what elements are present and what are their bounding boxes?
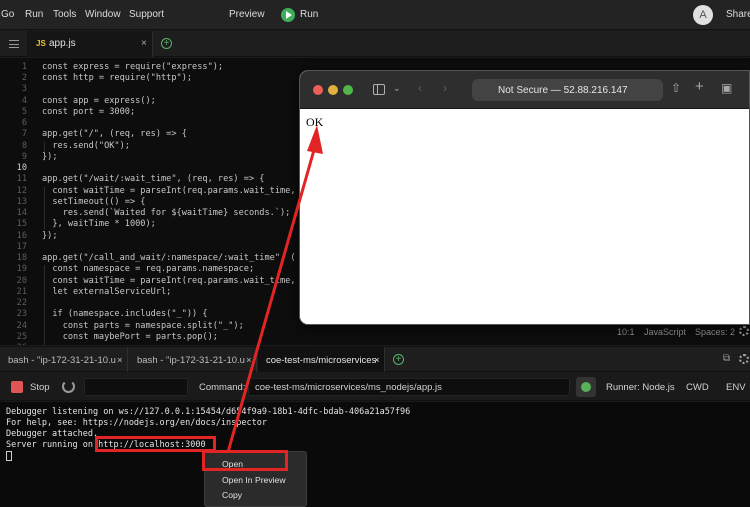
arrow-head: [307, 125, 323, 154]
annotation-arrow: [226, 125, 323, 453]
arrow-shaft: [226, 149, 316, 453]
